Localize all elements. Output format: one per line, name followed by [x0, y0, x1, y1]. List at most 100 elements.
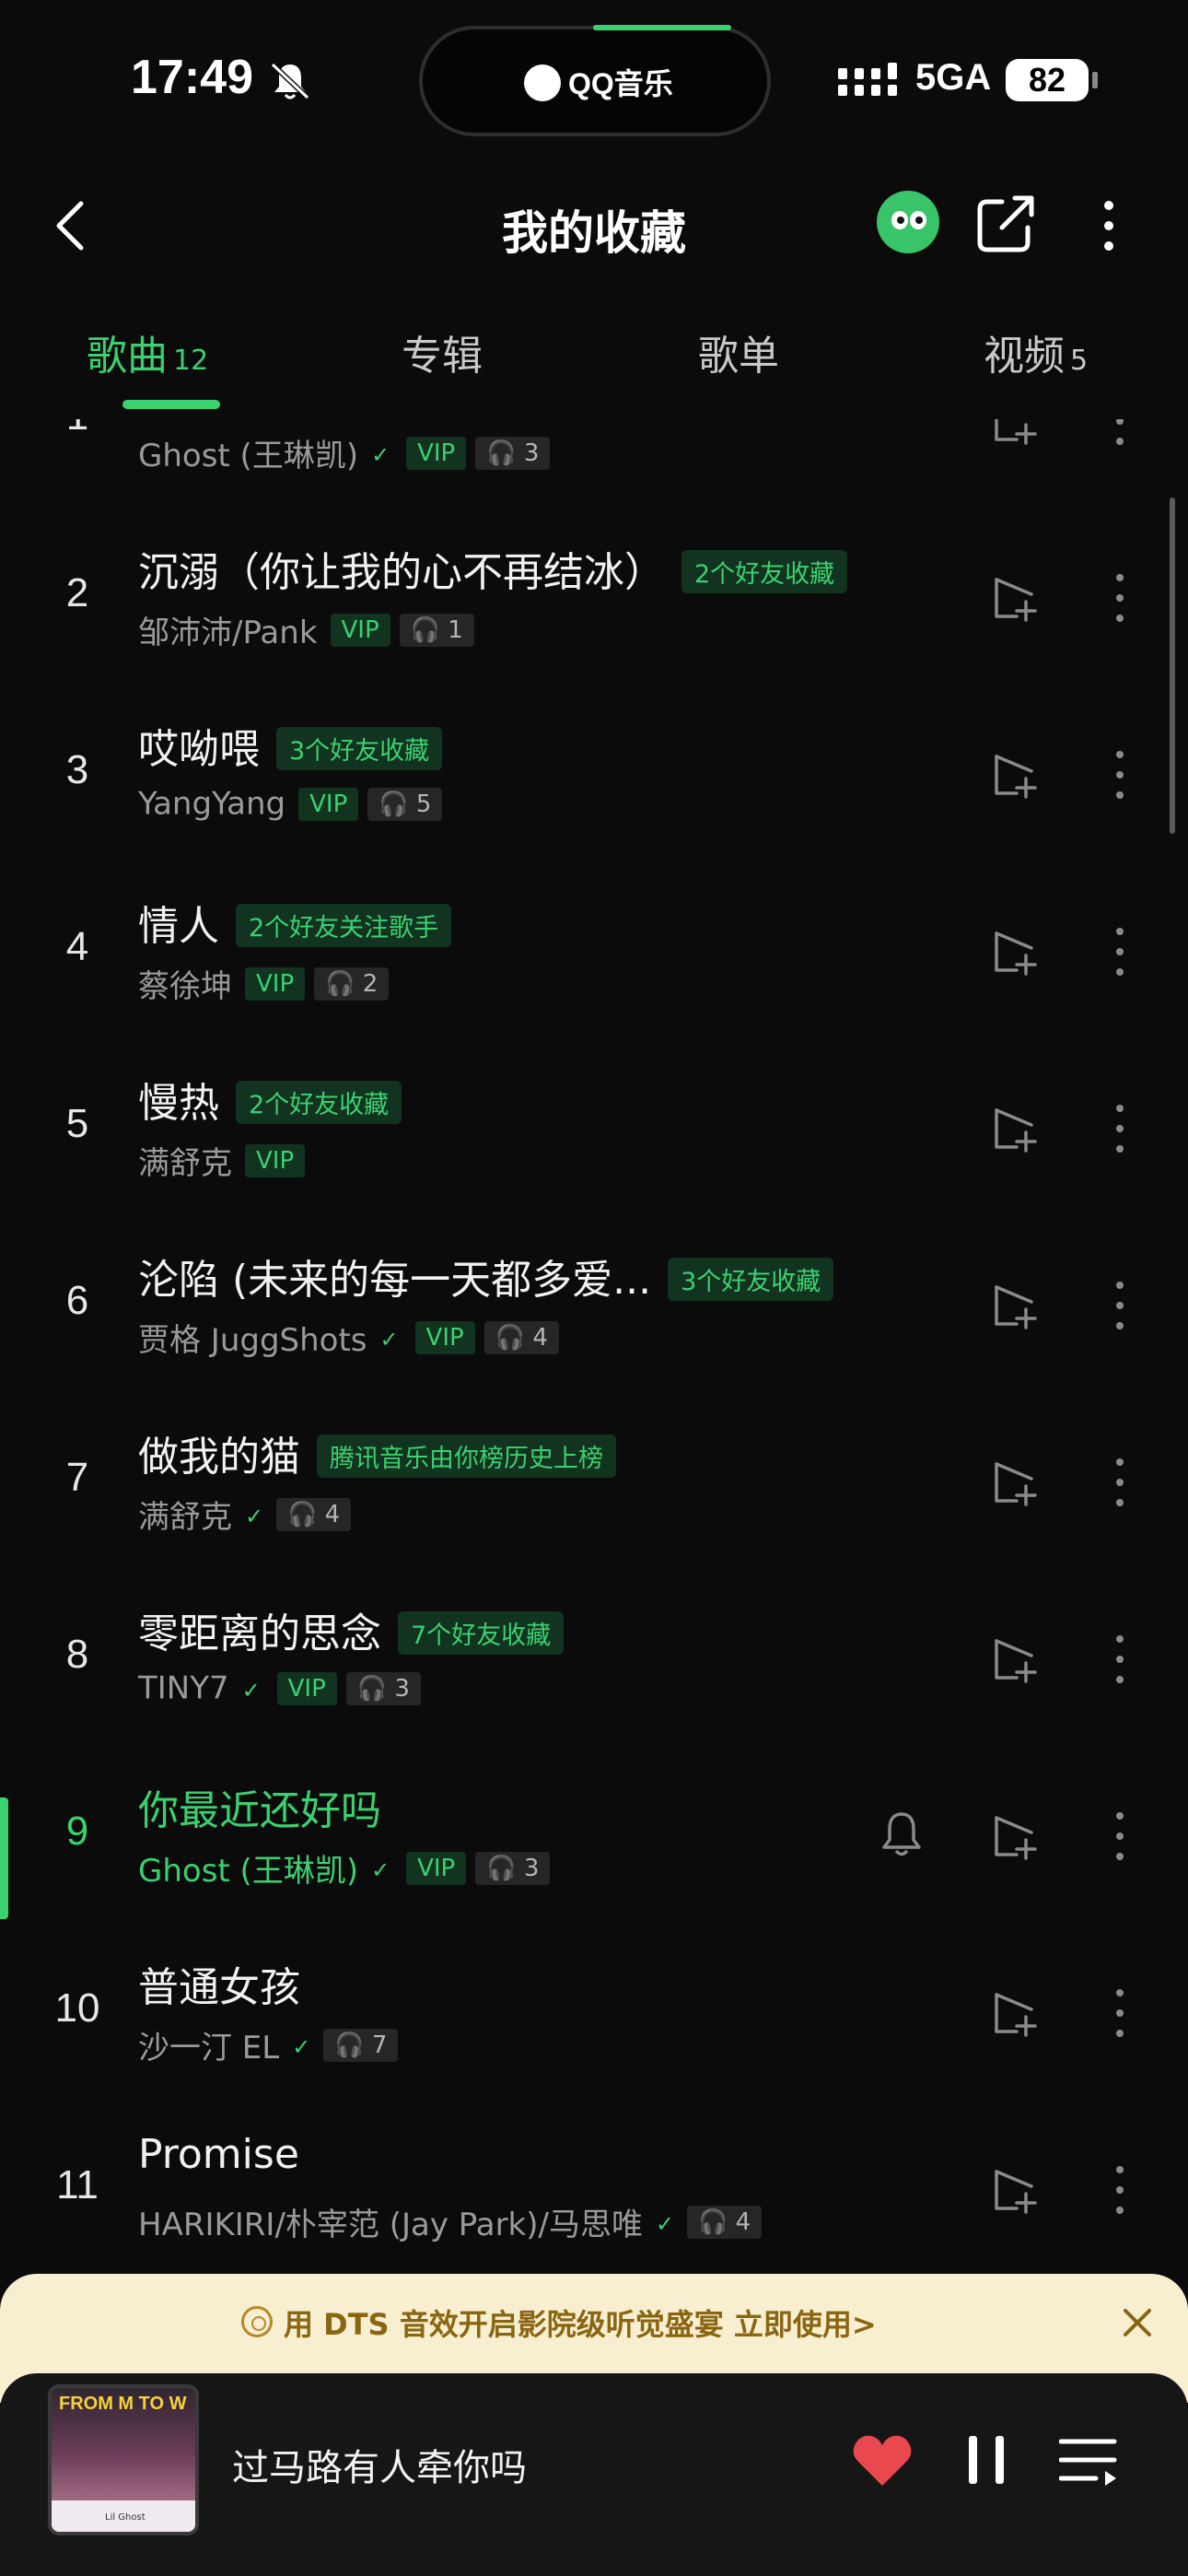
- verified-check-icon: ✓: [655, 2210, 675, 2237]
- tab-albums[interactable]: 专辑: [402, 322, 483, 381]
- listen-together-badge: 🎧 1: [399, 613, 474, 647]
- artist-name[interactable]: 蔡徐坤: [138, 968, 232, 1005]
- add-to-playlist-icon[interactable]: [991, 419, 1039, 445]
- song-row[interactable]: 4 情人 2个好友关注歌手 蔡徐坤 VIP 🎧 2: [0, 867, 1188, 1044]
- dynamic-island[interactable]: QQ音乐: [419, 25, 771, 136]
- artist-name[interactable]: Ghost (王琳凯): [138, 1853, 358, 1890]
- tab-songs[interactable]: 歌曲 12: [87, 322, 208, 381]
- dts-promo-text[interactable]: 用 DTS 音效开启影院级听觉盛宴 立即使用>: [284, 2301, 877, 2344]
- song-more-icon[interactable]: [1112, 1632, 1127, 1687]
- song-index: 10: [54, 1985, 100, 2031]
- listen-together-badge: 🎧 7: [323, 2028, 399, 2062]
- artist-name[interactable]: 沙一汀 EL: [138, 2030, 279, 2067]
- verified-check-icon: ✓: [371, 1856, 390, 1883]
- top-bar: 我的收藏: [0, 180, 1188, 272]
- tab-videos[interactable]: 视频 5: [984, 322, 1088, 381]
- song-title[interactable]: 哎呦喂 3个好友收藏: [138, 716, 443, 775]
- mini-player[interactable]: FROM M TO W Lil Ghost 过马路有人牵你吗: [0, 2373, 1188, 2576]
- add-to-playlist-icon[interactable]: [991, 1989, 1039, 2037]
- cover-label: Lil Ghost: [105, 2512, 146, 2523]
- verified-check-icon: ✓: [241, 1677, 261, 1704]
- now-playing-indicator: [0, 1797, 8, 1919]
- song-title[interactable]: Promise: [138, 2131, 299, 2178]
- song-row[interactable]: 10 普通女孩 沙一汀 EL ✓ 🎧 7: [0, 1928, 1188, 2105]
- artist-name[interactable]: TINY7: [138, 1670, 229, 1707]
- verified-check-icon: ✓: [245, 1503, 264, 1529]
- listen-together-badge: 🎧 3: [475, 1851, 551, 1885]
- add-to-playlist-icon[interactable]: [991, 1105, 1039, 1153]
- song-more-icon[interactable]: [1112, 1278, 1127, 1333]
- playlist-queue-icon[interactable]: [1059, 2436, 1118, 2488]
- headphones-icon: 🎧: [697, 2207, 736, 2236]
- song-row[interactable]: 8 零距离的思念 7个好友收藏 TINY7 ✓ VIP 🎧 3: [0, 1575, 1188, 1751]
- more-options-icon[interactable]: [1098, 198, 1120, 253]
- song-title[interactable]: 沉溺（你让我的心不再结冰） 2个好友收藏: [138, 539, 848, 598]
- song-meta: 蔡徐坤 VIP 🎧 2: [138, 961, 390, 1006]
- artist-name[interactable]: Ghost (王琳凯): [138, 438, 358, 474]
- song-title[interactable]: 慢热 2个好友收藏: [138, 1070, 402, 1129]
- song-more-icon[interactable]: [1112, 2162, 1127, 2218]
- song-more-icon[interactable]: [1112, 570, 1127, 626]
- bell-icon[interactable]: [879, 1809, 925, 1860]
- now-playing-title[interactable]: 过马路有人牵你吗: [232, 2438, 527, 2491]
- headphones-icon: 🎧: [495, 1323, 533, 1352]
- song-row[interactable]: 6 沦陷 (未来的每一天都多爱... 3个好友收藏 贾格 JuggShots ✓ VIP 🎧…: [0, 1221, 1188, 1398]
- song-row[interactable]: 7 做我的猫 腾讯音乐由你榜历史上榜 满舒克 ✓ 🎧 4: [0, 1398, 1188, 1575]
- song-row[interactable]: 5 慢热 2个好友收藏 满舒克 VIP: [0, 1044, 1188, 1221]
- song-more-icon[interactable]: [1112, 747, 1127, 802]
- add-to-playlist-icon[interactable]: [991, 928, 1039, 976]
- song-row[interactable]: 11 Promise HARIKIRI/朴宰范 (Jay Park)/马思唯 ✓ 🎧 4: [0, 2105, 1188, 2262]
- song-row[interactable]: 3 哎呦喂 3个好友收藏 YangYang VIP 🎧 5: [0, 690, 1188, 867]
- song-more-icon[interactable]: [1112, 1985, 1127, 2041]
- song-more-icon[interactable]: [1112, 1455, 1127, 1510]
- song-title[interactable]: 你最近还好吗: [138, 419, 381, 421]
- song-title[interactable]: 普通女孩: [138, 1954, 300, 2013]
- vip-badge: VIP: [298, 787, 359, 821]
- song-row[interactable]: 9 你最近还好吗 Ghost (王琳凯) ✓ VIP 🎧 3: [0, 1751, 1188, 1928]
- song-title[interactable]: 沦陷 (未来的每一天都多爱... 3个好友收藏: [138, 1247, 834, 1306]
- battery-nub: [1092, 72, 1098, 88]
- add-to-playlist-icon[interactable]: [991, 2166, 1039, 2214]
- add-to-playlist-icon[interactable]: [991, 574, 1039, 622]
- headphones-icon: 🎧: [325, 969, 363, 998]
- song-title[interactable]: 情人 2个好友关注歌手: [138, 893, 452, 952]
- social-tag: 2个好友关注歌手: [236, 903, 452, 947]
- artist-name[interactable]: HARIKIRI/朴宰范 (Jay Park)/马思唯: [138, 2207, 643, 2243]
- add-to-playlist-icon[interactable]: [991, 751, 1039, 799]
- artist-name[interactable]: 邹沛沛/Pank: [138, 615, 318, 651]
- album-cover[interactable]: FROM M TO W Lil Ghost: [48, 2384, 199, 2535]
- song-more-icon[interactable]: [1112, 1809, 1127, 1864]
- song-meta: 满舒克 VIP: [138, 1138, 306, 1183]
- song-meta: YangYang VIP 🎧 5: [138, 784, 443, 823]
- artist-name[interactable]: YangYang: [138, 786, 285, 823]
- song-more-icon[interactable]: [1112, 924, 1127, 979]
- tab-playlists[interactable]: 歌单: [698, 322, 779, 381]
- song-title[interactable]: 你最近还好吗: [138, 1777, 381, 1836]
- song-title[interactable]: 做我的猫 腾讯音乐由你榜历史上榜: [138, 1423, 616, 1482]
- add-to-playlist-icon[interactable]: [991, 1635, 1039, 1683]
- close-icon[interactable]: [1118, 2303, 1157, 2342]
- listen-together-badge: 🎧 3: [345, 1671, 421, 1705]
- scrollbar[interactable]: [1170, 498, 1175, 834]
- song-meta: 邹沛沛/Pank VIP 🎧 1: [138, 607, 474, 652]
- song-index: 8: [65, 1632, 89, 1677]
- mascot-icon[interactable]: [877, 191, 939, 253]
- headphones-icon: 🎧: [486, 1854, 524, 1882]
- song-row[interactable]: 2 沉溺（你让我的心不再结冰） 2个好友收藏 邹沛沛/Pank VIP 🎧 1: [0, 513, 1188, 690]
- song-more-icon[interactable]: [1112, 1101, 1127, 1156]
- battery-level: 82: [1006, 59, 1089, 101]
- listen-together-badge: 🎧 3: [475, 436, 551, 470]
- add-to-playlist-icon[interactable]: [991, 1812, 1039, 1860]
- share-icon[interactable]: [974, 194, 1039, 255]
- song-more-icon[interactable]: [1112, 419, 1127, 449]
- artist-name[interactable]: 满舒克: [138, 1145, 232, 1182]
- pause-icon[interactable]: [967, 2434, 1006, 2486]
- song-row[interactable]: 1 你最近还好吗 Ghost (王琳凯) ✓ VIP🎧 3: [0, 419, 1188, 513]
- add-to-playlist-icon[interactable]: [991, 1282, 1039, 1329]
- song-title[interactable]: 零距离的思念 7个好友收藏: [138, 1600, 565, 1659]
- artist-name[interactable]: 贾格 JuggShots: [138, 1322, 367, 1359]
- add-to-playlist-icon[interactable]: [991, 1458, 1039, 1506]
- heart-icon[interactable]: [851, 2432, 914, 2488]
- headphones-icon: 🎧: [410, 615, 448, 644]
- artist-name[interactable]: 满舒克: [138, 1499, 232, 1536]
